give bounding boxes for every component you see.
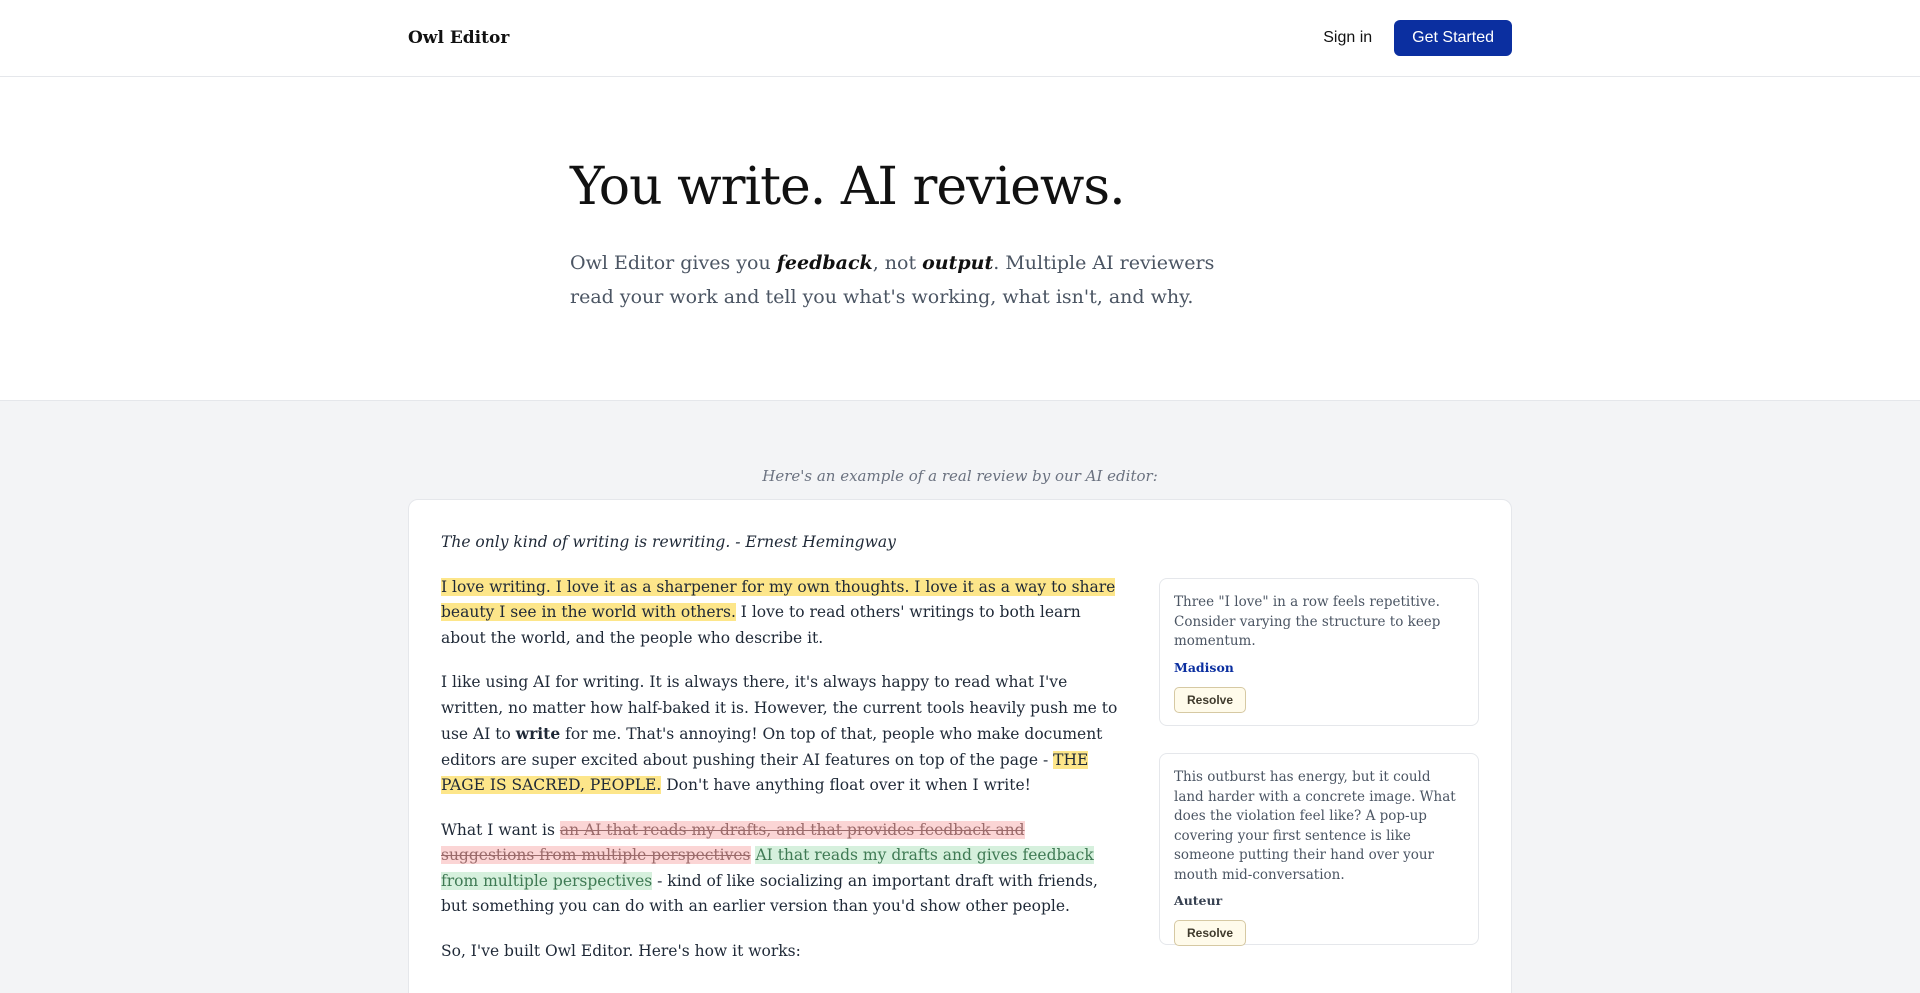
- hero-lead-part-1: Owl Editor gives you: [570, 252, 777, 275]
- example-caption: Here's an example of a real review by ou…: [762, 467, 1158, 485]
- hero-section: You write. AI reviews. Owl Editor gives …: [0, 77, 1920, 401]
- document-body: The only kind of writing is rewriting. -…: [441, 530, 1121, 983]
- paragraph-text: Don't have anything float over it when I…: [661, 776, 1031, 794]
- sign-in-link[interactable]: Sign in: [1323, 29, 1372, 47]
- hero-content: You write. AI reviews. Owl Editor gives …: [570, 77, 1270, 314]
- hero-emphasis-feedback: feedback: [776, 252, 873, 275]
- example-section: Here's an example of a real review by ou…: [0, 401, 1920, 993]
- comment-text: Three "I love" in a row feels repetitive…: [1174, 594, 1441, 649]
- resolve-button[interactable]: Resolve: [1174, 920, 1247, 946]
- brand-logo[interactable]: Owl Editor: [408, 28, 509, 48]
- review-comment-card: Three "I love" in a row feels repetitive…: [1159, 578, 1479, 726]
- comment-text: This outburst has energy, but it could l…: [1174, 769, 1456, 883]
- resolve-button[interactable]: Resolve: [1174, 686, 1247, 713]
- hero-lead: Owl Editor gives you feedback, not outpu…: [570, 246, 1260, 314]
- bold-word: write: [515, 724, 561, 743]
- review-comment-card: This outburst has energy, but it could l…: [1159, 753, 1479, 946]
- comment-author: Auteur: [1174, 893, 1223, 908]
- hero-emphasis-output: output: [922, 252, 994, 275]
- document-paragraph-1: I love writing. I love it as a sharpener…: [441, 575, 1121, 652]
- document-paragraph-3: What I want is an AI that reads my draft…: [441, 818, 1121, 920]
- top-navigation: Owl Editor Sign in Get Started: [0, 0, 1920, 77]
- hero-lead-part-2: , not: [872, 252, 923, 275]
- document-paragraph-4: So, I've built Owl Editor. Here's how it…: [441, 941, 801, 960]
- hero-title: You write. AI reviews.: [570, 157, 1126, 217]
- example-document-card: The only kind of writing is rewriting. -…: [408, 499, 1512, 993]
- document-paragraph-2: I like using AI for writing. It is alway…: [441, 670, 1121, 799]
- paragraph-text: What I want is: [441, 820, 560, 839]
- nav-actions: Sign in Get Started: [1323, 20, 1512, 56]
- get-started-button[interactable]: Get Started: [1394, 20, 1512, 56]
- document-epigraph: The only kind of writing is rewriting. -…: [441, 533, 896, 551]
- nav-inner: Owl Editor Sign in Get Started: [408, 0, 1512, 76]
- comment-author: Madison: [1174, 659, 1234, 675]
